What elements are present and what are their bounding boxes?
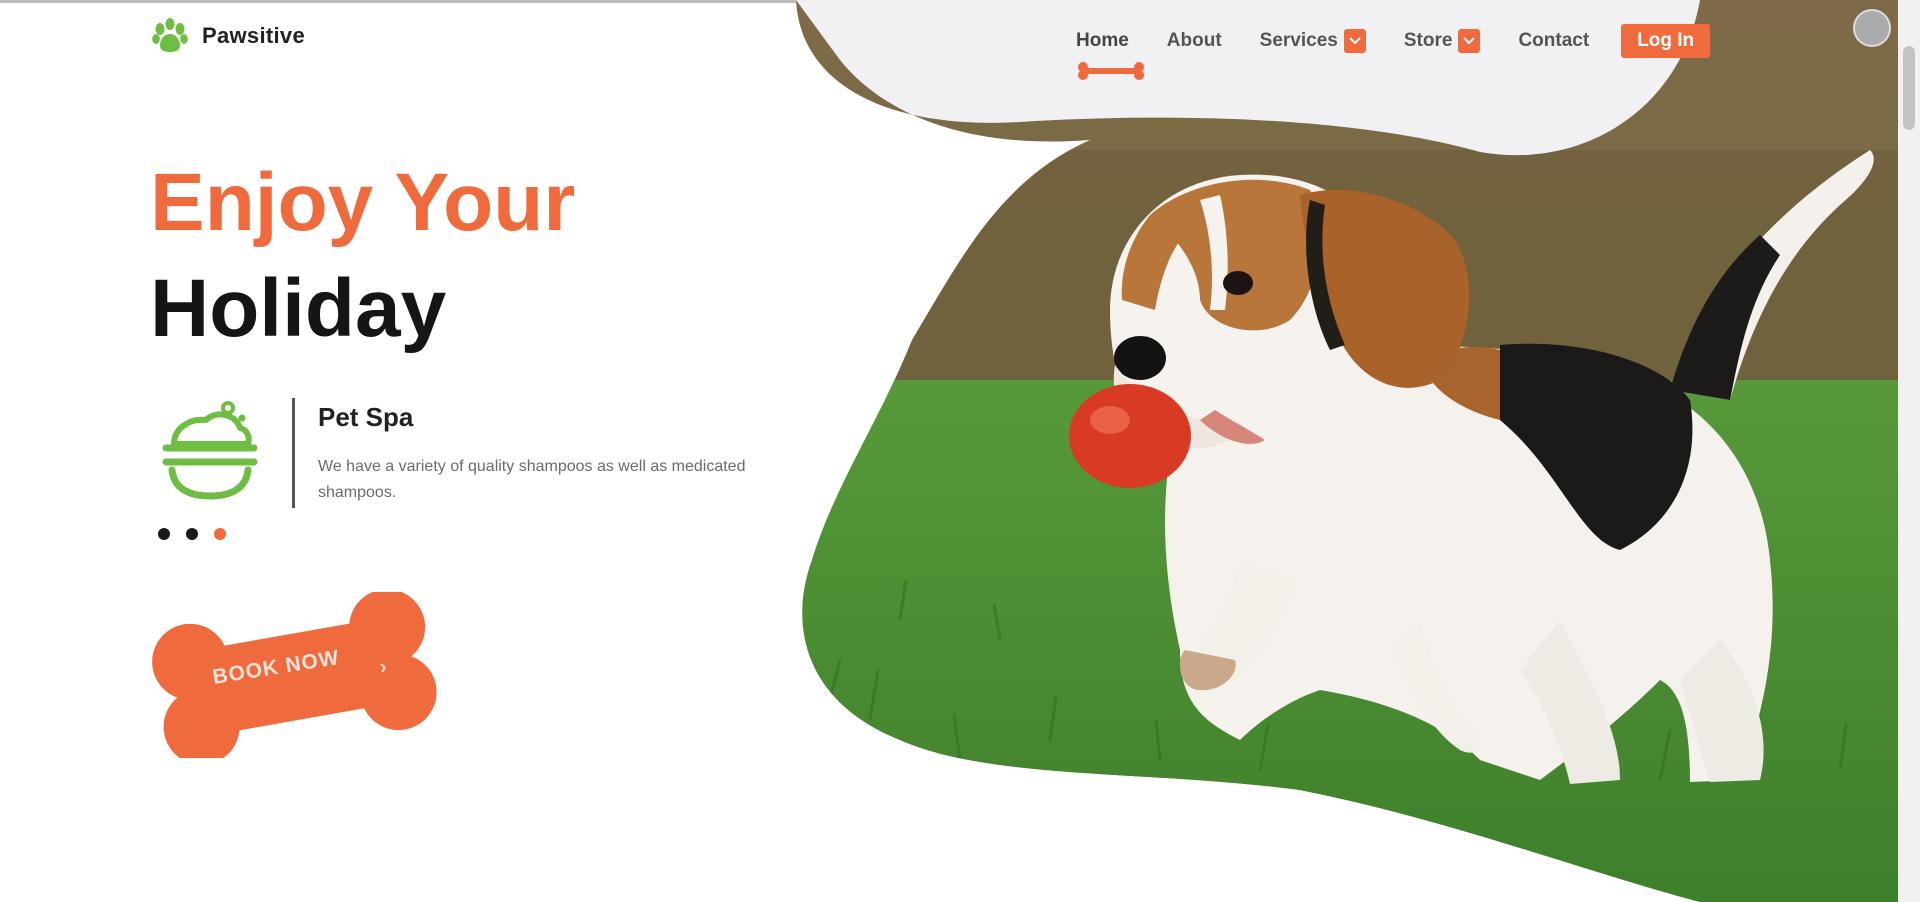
slider-dot[interactable]: [158, 528, 170, 540]
nav-item-home[interactable]: Home: [1076, 24, 1144, 80]
slider-dot-active[interactable]: [214, 528, 226, 540]
service-title: Pet Spa: [318, 402, 414, 432]
service-slide: Pet Spa We have a variety of quality sha…: [160, 398, 800, 508]
nav-item-contact[interactable]: Contact: [1518, 24, 1589, 58]
pet-bath-bowl-icon: [162, 401, 258, 500]
hero-title-line-1: Enjoy Your: [150, 157, 576, 248]
nav-item-store[interactable]: Store: [1404, 24, 1481, 58]
paw-icon: [152, 18, 188, 52]
service-description: We have a variety of quality shampoos as…: [318, 458, 746, 501]
page-scrollbar[interactable]: [1898, 0, 1920, 902]
main-nav: Home About Services Store Contact Log In: [1076, 24, 1711, 80]
nav-item-about[interactable]: About: [1167, 24, 1222, 58]
login-button[interactable]: Log In: [1621, 24, 1711, 58]
nav-item-label: Contact: [1518, 30, 1590, 51]
book-now-button[interactable]: BOOK NOW ›: [148, 592, 440, 758]
service-divider: [292, 398, 295, 508]
scrollbar-thumb[interactable]: [1903, 46, 1915, 130]
user-avatar[interactable]: [1853, 9, 1891, 47]
slider-dots: [158, 528, 226, 540]
active-bone-indicator-icon: [1078, 62, 1144, 80]
nav-item-label: Services: [1259, 30, 1338, 51]
nav-item-label: Store: [1403, 30, 1453, 51]
brand-logo[interactable]: Pawsitive: [150, 16, 305, 56]
nav-item-label: About: [1166, 30, 1222, 51]
brand-name: Pawsitive: [202, 23, 305, 48]
slider-dot[interactable]: [186, 528, 198, 540]
nav-item-label: Home: [1076, 30, 1129, 51]
hero-title-line-2: Holiday: [150, 263, 447, 354]
chevron-down-icon[interactable]: [1343, 29, 1366, 53]
nav-item-services[interactable]: Services: [1260, 24, 1366, 58]
chevron-down-icon[interactable]: [1458, 29, 1481, 53]
